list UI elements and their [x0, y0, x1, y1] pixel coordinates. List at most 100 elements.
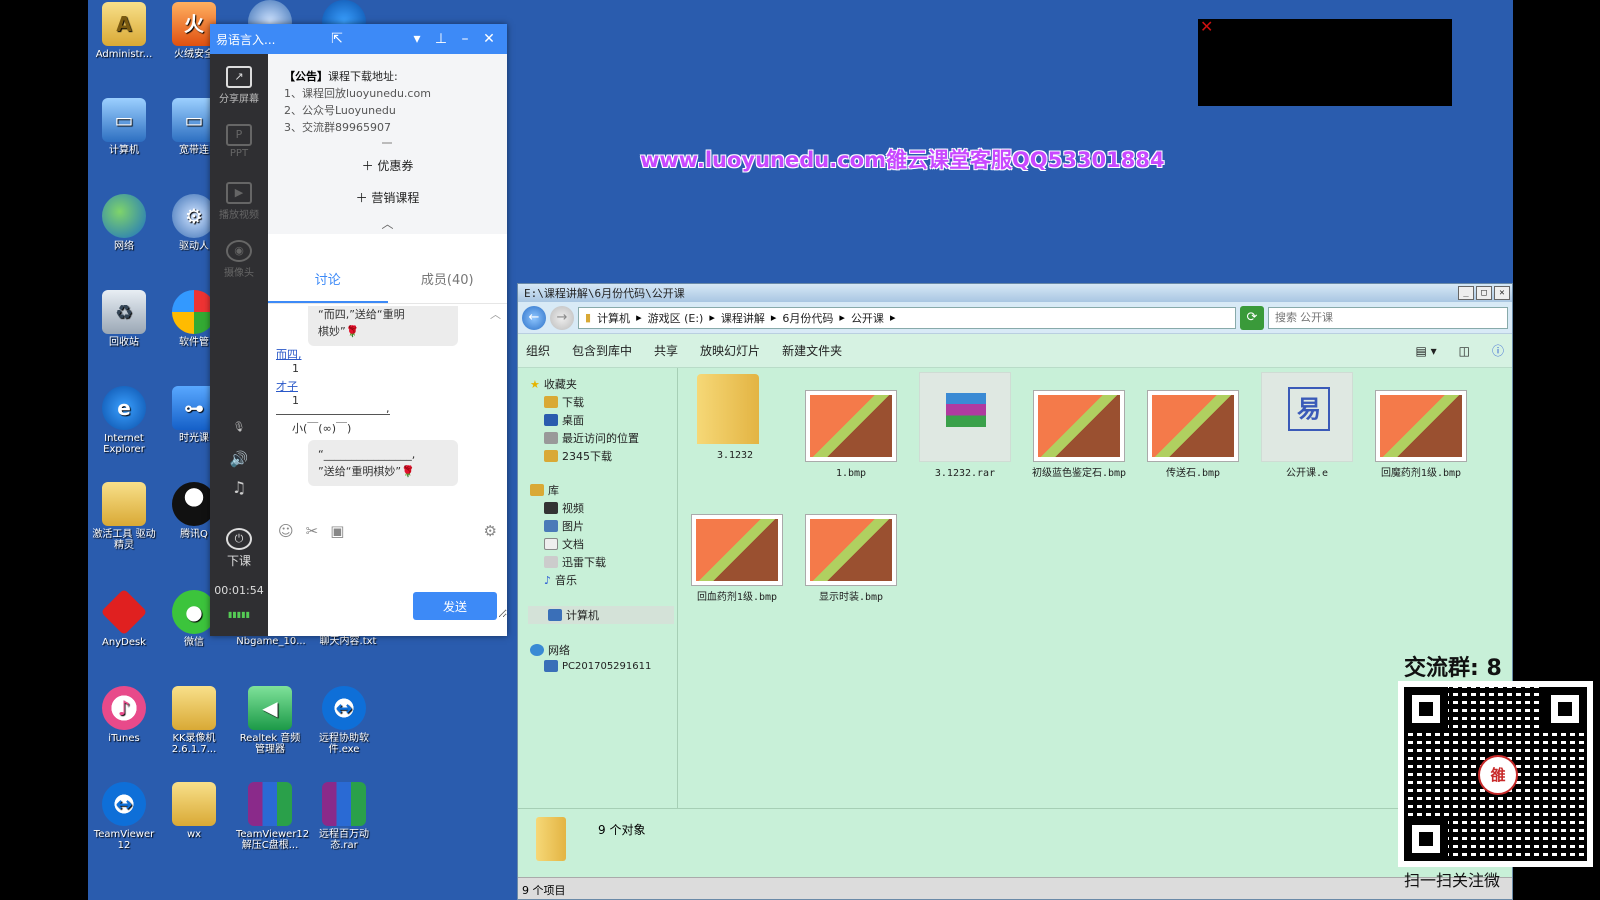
- tab-discussion[interactable]: 讨论: [268, 258, 388, 303]
- close-icon[interactable]: ✕: [1200, 17, 1213, 36]
- desktop-icon-ie[interactable]: e Internet Explorer: [90, 386, 158, 455]
- chat-titlebar: 易语言入... ⇱ ▾ ⊥ – ✕: [210, 24, 507, 54]
- breadcrumb[interactable]: 公开课: [851, 310, 884, 326]
- message-sender[interactable]: 才子: [276, 378, 298, 394]
- toolbar-include-library[interactable]: 包含到库中: [572, 342, 632, 359]
- message-sender[interactable]: 而四,: [276, 346, 302, 362]
- toolbar-organize[interactable]: 组织: [526, 342, 550, 359]
- end-class-button[interactable]: ⏻ 下课: [210, 528, 268, 569]
- back-icon[interactable]: ←: [522, 305, 546, 330]
- desktop-icon-administrator[interactable]: A Administr...: [90, 2, 158, 60]
- nav-desktop[interactable]: 桌面: [544, 412, 584, 428]
- nav-videos[interactable]: 视频: [544, 500, 584, 516]
- nav-2345[interactable]: 2345下载: [544, 448, 612, 464]
- emoji-icon[interactable]: ☺: [278, 522, 294, 540]
- nav-pc[interactable]: PC201705291611: [544, 660, 651, 672]
- breadcrumb[interactable]: 计算机: [597, 310, 630, 326]
- message-text: 小(￣(∞)￣): [292, 422, 352, 435]
- qr-caption: 扫一扫关注微: [1404, 871, 1501, 890]
- mic-button[interactable]: 🎙: [210, 422, 268, 433]
- tab-members[interactable]: 成员(40): [388, 258, 508, 303]
- search-input[interactable]: [1268, 306, 1508, 329]
- file-item[interactable]: 传送石.bmp: [1138, 390, 1248, 480]
- scroll-up-icon[interactable]: ︿: [490, 306, 501, 322]
- toolbar-share[interactable]: 共享: [654, 342, 678, 359]
- minimize-icon[interactable]: _: [1458, 286, 1474, 300]
- desktop-icon-activation-folder[interactable]: 激活工具 驱动精灵: [90, 482, 158, 551]
- toolbar-slideshow[interactable]: 放映幻灯片: [700, 342, 760, 359]
- desktop-icon-remote-exe[interactable]: ↔ 远程协助软件.exe: [310, 686, 378, 755]
- refresh-icon[interactable]: ⟳: [1240, 305, 1264, 330]
- file-item[interactable]: 1.bmp: [796, 390, 906, 480]
- close-icon[interactable]: ✕: [477, 31, 501, 47]
- breadcrumb[interactable]: 课程讲解: [721, 310, 765, 326]
- minimize-icon[interactable]: –: [453, 31, 477, 47]
- document-icon: [544, 538, 558, 550]
- desktop-icon-itunes[interactable]: ♪ iTunes: [90, 686, 158, 744]
- chevron-down-icon[interactable]: ▾: [405, 31, 429, 47]
- music-button[interactable]: ♫: [210, 478, 268, 497]
- nav-pictures[interactable]: 图片: [544, 518, 584, 534]
- signal-icon: ▮▮▮▮▮: [227, 610, 250, 619]
- help-icon[interactable]: ⓘ: [1492, 342, 1504, 359]
- camera-button[interactable]: ◉ 摄像头: [210, 240, 268, 279]
- image-icon[interactable]: ▣: [330, 522, 344, 540]
- camera-icon: ◉: [226, 240, 252, 262]
- desktop-icon-remote-rar[interactable]: 远程百万动态.rar: [310, 782, 378, 851]
- file-item[interactable]: 回血药剂1级.bmp: [682, 514, 792, 604]
- desktop-icon-wx-folder[interactable]: wx: [160, 782, 228, 840]
- preview-pane-icon[interactable]: ◫: [1459, 344, 1470, 358]
- desktop-icon-recycle-bin[interactable]: ♻ 回收站: [90, 290, 158, 348]
- anydesk-icon: [100, 588, 148, 636]
- bmp-thumbnail: [1375, 390, 1467, 462]
- nav-computer[interactable]: 计算机: [528, 606, 674, 624]
- speaker-button[interactable]: 🔊: [210, 450, 268, 468]
- pin-icon[interactable]: ⊥: [429, 31, 453, 47]
- nav-documents[interactable]: 文档: [544, 536, 584, 552]
- breadcrumb[interactable]: 6月份代码: [782, 310, 833, 326]
- nav-libraries[interactable]: 库: [530, 482, 559, 498]
- file-item[interactable]: 回魔药剂1级.bmp: [1366, 390, 1476, 480]
- view-icon[interactable]: ▤ ▾: [1415, 344, 1436, 358]
- message-text: 1: [292, 394, 299, 407]
- marketing-course-button[interactable]: ＋ 营销课程: [268, 190, 507, 207]
- file-item[interactable]: 3.1232.rar: [910, 372, 1020, 480]
- desktop-icon-teamviewer-rar[interactable]: TeamViewer12 解压C盘根...: [236, 782, 309, 851]
- scissors-icon[interactable]: ✂: [306, 522, 319, 540]
- nav-favorites[interactable]: ★ 收藏夹: [530, 376, 577, 392]
- maximize-icon[interactable]: □: [1476, 286, 1492, 300]
- file-item[interactable]: 初级蓝色鉴定石.bmp: [1024, 390, 1134, 480]
- desktop-icon-chat-txt[interactable]: 聊天内容.txt: [310, 636, 386, 647]
- network-icon: [530, 644, 544, 656]
- coupon-button[interactable]: ＋ 优惠券: [268, 158, 507, 175]
- close-icon[interactable]: ✕: [1494, 286, 1510, 300]
- collapse-icon[interactable]: ︿: [268, 216, 507, 233]
- ppt-button[interactable]: P PPT: [210, 124, 268, 159]
- address-bar[interactable]: ▮ 计算机 ▸ 游戏区 (E:) ▸ 课程讲解 ▸ 6月份代码 ▸ 公开课 ▸: [578, 306, 1236, 329]
- address-bar-row: ← → ▮ 计算机 ▸ 游戏区 (E:) ▸ 课程讲解 ▸ 6月份代码 ▸ 公开课 ▸ ⟳: [518, 302, 1512, 334]
- breadcrumb[interactable]: 游戏区 (E:): [648, 310, 704, 326]
- nav-downloads[interactable]: 下载: [544, 394, 584, 410]
- nav-music[interactable]: ♪ 音乐: [544, 572, 577, 588]
- file-item[interactable]: 易公开课.e: [1252, 372, 1362, 480]
- desktop-icon-realtek[interactable]: ◀ Realtek 音频管理器: [236, 686, 304, 755]
- file-item[interactable]: 3.1232: [680, 372, 790, 462]
- desktop-icon-teamviewer[interactable]: ↔ TeamViewer 12: [90, 782, 158, 851]
- nav-recent[interactable]: 最近访问的位置: [544, 430, 639, 446]
- play-video-button[interactable]: ▶ 播放视频: [210, 182, 268, 221]
- send-button[interactable]: 发送: [413, 592, 497, 620]
- forward-icon[interactable]: →: [550, 305, 574, 330]
- desktop-icon-computer[interactable]: ▭ 计算机: [90, 98, 158, 156]
- settings-icon[interactable]: ⚙: [484, 522, 497, 540]
- share-out-icon[interactable]: ⇱: [325, 31, 349, 47]
- desktop-icon-kk-folder[interactable]: KK录像机 2.6.1.7...: [160, 686, 228, 755]
- nav-network[interactable]: 网络: [530, 642, 570, 658]
- desktop-icon-network[interactable]: 网络: [90, 194, 158, 252]
- toolbar-new-folder[interactable]: 新建文件夹: [782, 342, 842, 359]
- desktop-icon-anydesk[interactable]: AnyDesk: [90, 588, 158, 648]
- share-screen-button[interactable]: ↗ 分享屏幕: [210, 66, 268, 105]
- desktop-icon-nbgame[interactable]: Nbgame_10...: [234, 636, 308, 647]
- chat-main: 【公告】课程下载地址: 1、课程回放luoyunedu.com 2、公众号Luo…: [268, 54, 507, 636]
- nav-xunlei[interactable]: 迅雷下载: [544, 554, 606, 570]
- file-item[interactable]: 显示时装.bmp: [796, 514, 906, 604]
